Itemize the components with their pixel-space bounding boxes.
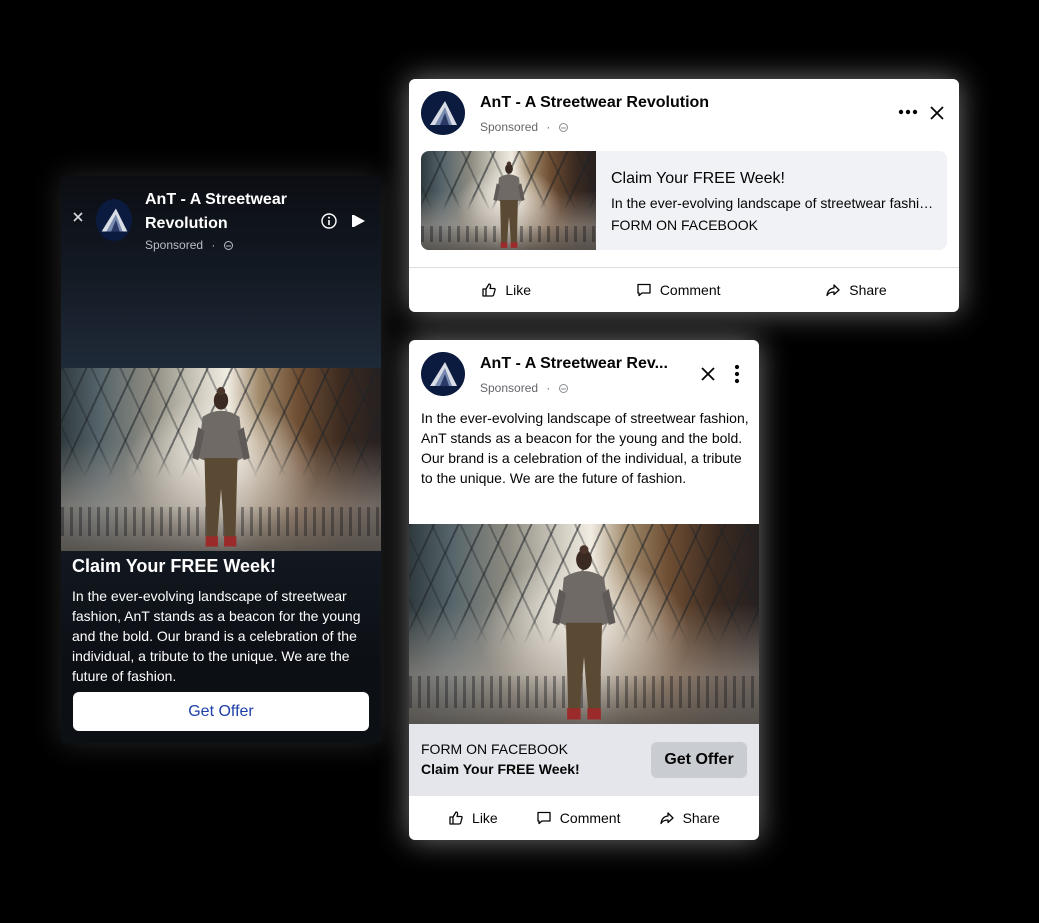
get-offer-button[interactable]: Get Offer bbox=[73, 692, 369, 731]
separator-dot: · bbox=[211, 238, 216, 252]
share-label: Share bbox=[849, 282, 887, 298]
advertiser-name[interactable]: AnT - A Streetwear Rev... bbox=[480, 355, 680, 373]
play-icon[interactable] bbox=[352, 214, 366, 228]
like-label: Like bbox=[505, 282, 532, 298]
close-icon[interactable] bbox=[929, 105, 945, 121]
globe-icon bbox=[223, 241, 233, 251]
form-label: FORM ON FACEBOOK bbox=[611, 217, 759, 233]
globe-icon bbox=[558, 384, 568, 394]
separator-dot: · bbox=[546, 381, 551, 395]
offer-title: Claim Your FREE Week! bbox=[421, 761, 580, 777]
sponsored-text: Sponsored bbox=[480, 381, 539, 395]
advertiser-name[interactable]: AnT - A Streetwear Revolution bbox=[480, 94, 709, 112]
ad-image[interactable] bbox=[61, 368, 381, 551]
comment-icon bbox=[637, 283, 651, 297]
avatar[interactable] bbox=[421, 352, 465, 396]
close-icon[interactable] bbox=[700, 366, 716, 382]
ad-description: In the ever-evolving landscape of street… bbox=[421, 410, 749, 486]
sponsored-label: Sponsored · bbox=[480, 120, 568, 134]
like-label: Like bbox=[472, 810, 498, 826]
sponsored-text: Sponsored bbox=[480, 120, 539, 134]
comment-label: Comment bbox=[559, 810, 621, 826]
avatar[interactable] bbox=[96, 199, 132, 241]
share-label: Share bbox=[682, 810, 720, 826]
ad-image[interactable] bbox=[421, 151, 596, 250]
share-icon bbox=[826, 284, 840, 297]
info-icon[interactable] bbox=[321, 213, 337, 229]
separator-dot: · bbox=[546, 120, 551, 134]
share-button[interactable]: Share bbox=[825, 282, 887, 298]
sponsored-text: Sponsored bbox=[145, 238, 204, 252]
sponsored-label: Sponsored · bbox=[145, 238, 233, 252]
story-ad-card: AnT - A Streetwear Revolution Sponsored … bbox=[61, 176, 381, 743]
comment-button[interactable]: Comment bbox=[536, 810, 621, 826]
kebab-icon[interactable] bbox=[732, 364, 742, 384]
like-icon bbox=[449, 811, 463, 825]
like-button[interactable]: Like bbox=[481, 282, 531, 298]
action-bar: Like Comment Share bbox=[409, 796, 759, 840]
globe-icon bbox=[558, 123, 568, 133]
ad-description: In the ever-evolving landscape of street… bbox=[72, 588, 361, 684]
offer-title: Claim Your FREE Week! bbox=[611, 170, 785, 187]
ad-description: In the ever-evolving landscape of street… bbox=[611, 195, 935, 211]
share-button[interactable]: Share bbox=[659, 810, 720, 826]
avatar[interactable] bbox=[421, 91, 465, 135]
like-button[interactable]: Like bbox=[448, 810, 498, 826]
ad-image[interactable] bbox=[409, 524, 759, 724]
action-bar: Like Comment Share bbox=[409, 268, 959, 312]
get-offer-button[interactable]: Get Offer bbox=[651, 742, 747, 778]
advertiser-name[interactable]: AnT - A Streetwear Revolution bbox=[145, 188, 315, 236]
comment-icon bbox=[537, 811, 551, 825]
sponsored-label: Sponsored · bbox=[480, 381, 568, 395]
offer-title: Claim Your FREE Week! bbox=[72, 556, 277, 576]
comment-button[interactable]: Comment bbox=[636, 282, 721, 298]
ad-footer[interactable]: FORM ON FACEBOOK Claim Your FREE Week! G… bbox=[409, 724, 759, 796]
share-icon bbox=[659, 812, 674, 825]
link-preview[interactable]: Claim Your FREE Week! In the ever-evolvi… bbox=[421, 151, 947, 250]
more-icon[interactable] bbox=[897, 103, 919, 121]
comment-label: Comment bbox=[659, 282, 721, 298]
close-icon[interactable] bbox=[72, 211, 84, 223]
like-icon bbox=[482, 283, 497, 297]
feed-ad-card-horizontal: AnT - A Streetwear Revolution Sponsored … bbox=[409, 79, 959, 312]
form-label: FORM ON FACEBOOK bbox=[421, 741, 569, 757]
feed-ad-card-vertical: AnT - A Streetwear Rev... Sponsored · In… bbox=[409, 340, 759, 840]
